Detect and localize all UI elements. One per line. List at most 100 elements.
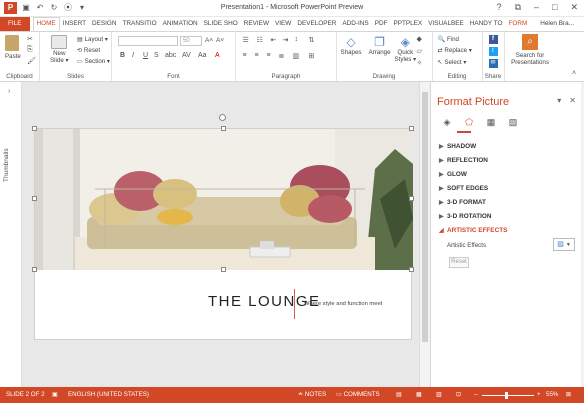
select-button[interactable]: ↖ Select ▾	[438, 59, 467, 66]
layout-button[interactable]: ▤ Layout ▾	[77, 36, 108, 43]
expand-thumbnails-icon[interactable]: ›	[8, 88, 10, 95]
tab-review[interactable]: REVIEW	[241, 17, 272, 31]
tab-pptplex[interactable]: PPTPLEX	[390, 17, 425, 31]
justify-icon[interactable]: ≣	[279, 52, 285, 60]
section-3d-rotation[interactable]: ▶ 3-D ROTATION	[439, 210, 579, 224]
section-reflection[interactable]: ▶ REFLECTION	[439, 154, 579, 168]
selection-handle-tc[interactable]	[221, 126, 226, 131]
ribbon-options-icon[interactable]: ⧉	[515, 2, 521, 13]
bold-icon[interactable]: B	[120, 52, 125, 59]
decrease-indent-icon[interactable]: ⇤	[271, 36, 277, 44]
reset-effects-button[interactable]: Reset	[449, 257, 469, 268]
slide-tagline[interactable]: Where style and function meet	[304, 301, 382, 307]
fit-to-window-icon[interactable]: ⊠	[566, 391, 571, 398]
twitter-icon[interactable]: t	[488, 47, 498, 56]
effects-icon[interactable]: ⬠	[463, 116, 475, 128]
scrollbar-thumb[interactable]	[422, 92, 428, 342]
shape-effects-icon[interactable]: ✧	[417, 59, 423, 67]
facebook-icon[interactable]: f	[488, 35, 498, 44]
zoom-level[interactable]: 55%	[546, 391, 558, 398]
reset-button[interactable]: ⟲ Reset	[77, 47, 100, 54]
email-icon[interactable]: ✉	[488, 59, 498, 68]
slide-show-icon[interactable]: ⊡	[456, 391, 461, 398]
slide-counter[interactable]: SLIDE 2 OF 2	[6, 391, 45, 398]
change-case-icon[interactable]: Aa	[198, 52, 207, 59]
zoom-out-icon[interactable]: –	[474, 391, 477, 398]
underline-icon[interactable]: U	[143, 52, 148, 59]
selection-handle-bl[interactable]	[32, 267, 37, 272]
fill-line-icon[interactable]: ◈	[441, 116, 453, 128]
shrink-font-icon[interactable]: A˅	[216, 37, 224, 44]
tab-file[interactable]: FILE	[0, 17, 30, 31]
tab-slide-show[interactable]: SLIDE SHO	[201, 17, 241, 31]
font-color-icon[interactable]: A	[215, 52, 220, 59]
normal-view-icon[interactable]: ▤	[396, 391, 402, 398]
tab-insert[interactable]: INSERT	[60, 17, 89, 31]
text-direction-icon[interactable]: ⇅	[309, 36, 315, 44]
reading-view-icon[interactable]: ▥	[436, 391, 442, 398]
collapse-ribbon-icon[interactable]: ˄	[572, 70, 576, 77]
search-presentations-button[interactable]: ⌕ Search for Presentations	[508, 34, 552, 66]
rotation-handle[interactable]	[219, 114, 226, 121]
new-slide-button[interactable]: New Slide ▾	[50, 35, 69, 64]
selection-handle-ml[interactable]	[32, 196, 37, 201]
italic-icon[interactable]: I	[132, 52, 134, 59]
replace-button[interactable]: ⇄ Replace ▾	[438, 47, 472, 54]
copy-icon[interactable]: ⎘	[27, 46, 33, 54]
tab-handy-tools[interactable]: HANDY TO	[467, 17, 506, 31]
tab-pdf[interactable]: PDF	[372, 17, 391, 31]
language-indicator[interactable]: ENGLISH (UNITED STATES)	[68, 391, 149, 398]
section-3d-format[interactable]: ▶ 3-D FORMAT	[439, 196, 579, 210]
shadow-text-icon[interactable]: S	[154, 52, 159, 59]
maximize-icon[interactable]: □	[552, 2, 557, 13]
find-button[interactable]: 🔍 Find	[438, 35, 459, 43]
selection-handle-mr[interactable]	[409, 196, 414, 201]
grow-font-icon[interactable]: A˄	[205, 37, 213, 44]
size-properties-icon[interactable]: ▦	[485, 116, 497, 128]
font-name-input[interactable]	[118, 36, 178, 46]
minimize-icon[interactable]: –	[534, 2, 539, 13]
tab-format[interactable]: FORM	[505, 17, 530, 31]
selection-handle-bc[interactable]	[221, 267, 226, 272]
align-left-icon[interactable]: ≡	[243, 52, 247, 59]
tab-developer[interactable]: DEVELOPER	[294, 17, 339, 31]
comments-button[interactable]: ▭ COMMENTS	[336, 391, 380, 398]
tab-add-ins[interactable]: ADD-INS	[339, 17, 371, 31]
panel-options-icon[interactable]: ▾	[557, 96, 561, 105]
section-artistic-effects[interactable]: ◢ ARTISTIC EFFECTS	[439, 224, 579, 238]
shape-fill-icon[interactable]: ◆	[417, 35, 422, 43]
thumbnails-pane[interactable]: › Thumbnails	[0, 82, 22, 387]
tab-home[interactable]: HOME	[32, 17, 60, 31]
font-size-input[interactable]: 50	[180, 36, 202, 46]
close-icon[interactable]: ✕	[570, 2, 578, 13]
cut-icon[interactable]: ✂	[27, 35, 33, 43]
section-button[interactable]: ▭ Section ▾	[77, 58, 110, 65]
line-spacing-icon[interactable]: ↕	[295, 36, 299, 43]
tab-visualbee[interactable]: VISUALBEE	[425, 17, 467, 31]
char-spacing-icon[interactable]: AV	[182, 52, 191, 59]
shape-outline-icon[interactable]: ▱	[417, 47, 422, 55]
section-glow[interactable]: ▶ GLOW	[439, 168, 579, 182]
tab-design[interactable]: DESIGN	[89, 17, 120, 31]
tab-animations[interactable]: ANIMATION	[160, 17, 201, 31]
selection-handle-tl[interactable]	[32, 126, 37, 131]
notes-button[interactable]: ≐ NOTES	[298, 391, 326, 398]
increase-indent-icon[interactable]: ⇥	[283, 36, 289, 44]
format-painter-icon[interactable]: 🖌	[27, 57, 36, 65]
align-center-icon[interactable]: ≡	[255, 52, 259, 59]
spell-check-icon[interactable]: ▣	[52, 391, 58, 398]
quick-styles-button[interactable]: ◈ Quick Styles ▾	[395, 35, 417, 63]
help-icon[interactable]: ?	[497, 2, 502, 13]
paste-button[interactable]: Paste	[5, 35, 21, 60]
panel-close-icon[interactable]: ✕	[569, 96, 576, 105]
slide-sorter-icon[interactable]: ▦	[416, 391, 422, 398]
smartart-icon[interactable]: ⊞	[309, 52, 315, 60]
arrange-button[interactable]: ❐ Arrange	[369, 35, 391, 56]
columns-icon[interactable]: ▥	[293, 52, 300, 60]
vertical-scrollbar[interactable]	[419, 82, 430, 387]
tab-view[interactable]: VIEW	[272, 17, 294, 31]
selection-handle-br[interactable]	[409, 267, 414, 272]
numbering-icon[interactable]: ☷	[257, 36, 263, 44]
strikethrough-icon[interactable]: abc	[165, 52, 176, 59]
tab-transitions[interactable]: TRANSITIO	[120, 17, 160, 31]
